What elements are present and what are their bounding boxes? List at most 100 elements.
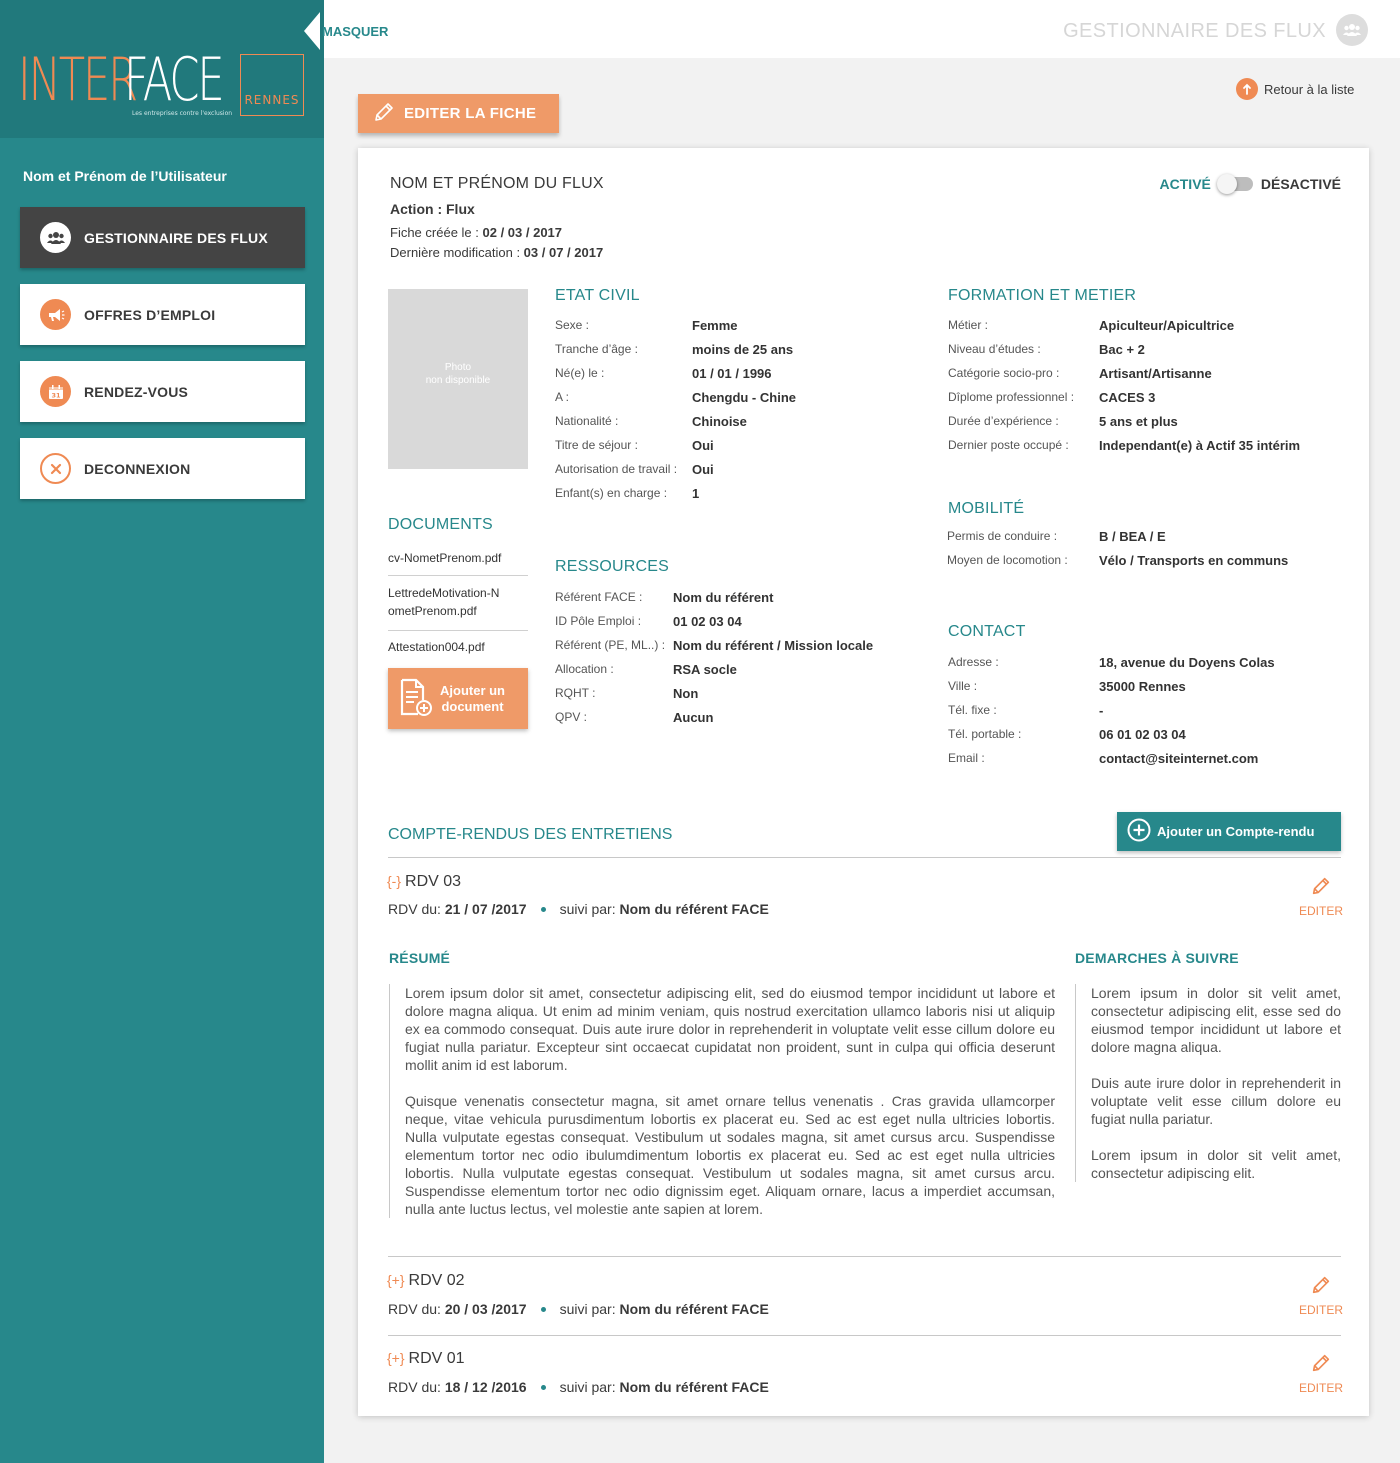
users-icon bbox=[1336, 14, 1368, 46]
modified-value: 03 / 07 / 2017 bbox=[523, 245, 604, 260]
field-label: Moyen de locomotion : bbox=[947, 553, 1068, 567]
field-label: Autorisation de travail : bbox=[555, 462, 678, 476]
field-value: 01 / 01 / 1996 bbox=[692, 366, 772, 381]
created-label: Fiche créée le : bbox=[390, 225, 483, 240]
rdv-date: 20 / 03 /2017 bbox=[444, 1301, 527, 1317]
add-document-line: Ajouter un bbox=[440, 682, 505, 698]
logo: INTER FACE RENNES Les entreprises contre… bbox=[0, 0, 324, 138]
rdv-title[interactable]: {-} RDV 03 bbox=[387, 873, 461, 891]
divider bbox=[388, 630, 528, 631]
action-label: Action : bbox=[390, 201, 446, 217]
field-label: Titre de séjour : bbox=[555, 438, 638, 452]
field-row: Métier : Apiculteur/Apicultrice bbox=[948, 318, 1234, 333]
edit-fiche-label: EDITER LA FICHE bbox=[404, 105, 537, 122]
rdv-edit-label: EDITER bbox=[1298, 904, 1343, 918]
rdv-edit-button[interactable]: EDITER bbox=[1296, 1352, 1346, 1395]
modified-label: Dernière modification : bbox=[390, 245, 524, 260]
field-row: Niveau d’études : Bac + 2 bbox=[948, 342, 1145, 357]
field-row: Enfant(s) en charge : 1 bbox=[555, 486, 699, 501]
field-label: Métier : bbox=[948, 318, 989, 332]
field-label: Sexe : bbox=[555, 318, 590, 332]
sidebar-item-gestionnaire-flux[interactable]: GESTIONNAIRE DES FLUX bbox=[20, 207, 305, 268]
created-date: Fiche créée le : 02 / 03 / 2017 bbox=[390, 225, 562, 240]
field-row: Durée d’expérience : 5 ans et plus bbox=[948, 414, 1178, 429]
rdv-edit-label: EDITER bbox=[1298, 1381, 1343, 1395]
field-row: Allocation : RSA socle bbox=[555, 662, 737, 677]
field-row: QPV : Aucun bbox=[555, 710, 713, 725]
add-document-line: document bbox=[441, 698, 504, 714]
rdv-by-label: suivi par: bbox=[559, 1301, 620, 1317]
arrow-left-icon bbox=[304, 12, 320, 50]
document-link[interactable]: Attestation004.pdf bbox=[388, 638, 528, 656]
rdv-edit-label: EDITER bbox=[1298, 1303, 1343, 1317]
status-active-label: ACTIVÉ bbox=[1159, 176, 1211, 192]
field-label: Niveau d’études : bbox=[948, 342, 1041, 356]
field-label: Dernier poste occupé : bbox=[948, 438, 1069, 452]
documents-title: DOCUMENTS bbox=[388, 516, 493, 533]
field-label: Tranche d’âge : bbox=[555, 342, 638, 356]
field-row: Sexe : Femme bbox=[555, 318, 738, 333]
field-value: Bac + 2 bbox=[1099, 342, 1145, 357]
sidebar-item-rendez-vous[interactable]: 31 RENDEZ-VOUS bbox=[20, 361, 305, 422]
field-label: Adresse : bbox=[948, 655, 999, 669]
close-icon bbox=[40, 453, 71, 484]
svg-text:31: 31 bbox=[51, 391, 61, 399]
field-value: CACES 3 bbox=[1099, 390, 1156, 405]
sidebar-item-label: OFFRES D’EMPLOI bbox=[84, 306, 216, 323]
field-label: Durée d’expérience : bbox=[948, 414, 1059, 428]
rdv-meta: RDV du: 21 / 07 /2017 suivi par: Nom du r… bbox=[388, 901, 769, 917]
document-link[interactable]: cv-NometPrenom.pdf bbox=[388, 549, 528, 567]
add-compte-rendu-button[interactable]: Ajouter un Compte-rendu bbox=[1117, 812, 1341, 851]
field-label: QPV : bbox=[555, 710, 588, 724]
compte-rendus-title: COMPTE-RENDUS DES ENTRETIENS bbox=[388, 826, 673, 843]
sidebar-item-offres-emploi[interactable]: OFFRES D’EMPLOI bbox=[20, 284, 305, 345]
divider bbox=[388, 1335, 1341, 1336]
rdv-date-label: RDV du: bbox=[388, 1301, 445, 1317]
field-label: Tél. fixe : bbox=[948, 703, 997, 717]
rdv-edit-button[interactable]: EDITER bbox=[1296, 1274, 1346, 1317]
fiche-card: NOM ET PRÉNOM DU FLUX Action : Flux Fich… bbox=[358, 148, 1369, 1416]
sidebar-item-deconnexion[interactable]: DECONNEXION bbox=[20, 438, 305, 499]
rdv-edit-button[interactable]: EDITER bbox=[1296, 875, 1346, 918]
resume-paragraph: Quisque venenatis consectetur magna, sit… bbox=[405, 1093, 1055, 1217]
plus-circle-icon bbox=[1127, 818, 1151, 846]
megaphone-icon bbox=[40, 299, 71, 330]
action-value: Flux bbox=[446, 201, 475, 217]
field-row: Référent (PE, ML..) : Nom du référent / M… bbox=[555, 638, 873, 653]
field-label: RQHT : bbox=[555, 686, 596, 700]
add-compte-rendu-label: Ajouter un Compte-rendu bbox=[1157, 824, 1315, 839]
field-value: Non bbox=[673, 686, 699, 701]
sidebar-item-label: GESTIONNAIRE DES FLUX bbox=[84, 229, 268, 246]
field-row: Permis de conduire : B / BEA / E bbox=[947, 529, 1166, 544]
field-row: Titre de séjour : Oui bbox=[555, 438, 714, 453]
top-bar: GESTIONNAIRE DES FLUX bbox=[324, 0, 1400, 58]
rdv-referent: Nom du référent FACE bbox=[619, 901, 769, 917]
field-label: Nationalité : bbox=[555, 414, 619, 428]
field-row: A : Chengdu - Chine bbox=[555, 390, 796, 405]
rdv-title[interactable]: {+} RDV 02 bbox=[387, 1272, 465, 1290]
rdv-by-label: suivi par: bbox=[559, 901, 620, 917]
field-value: Artisant/Artisanne bbox=[1099, 366, 1212, 381]
contact-title: CONTACT bbox=[948, 623, 1026, 640]
rdv-meta: RDV du: 20 / 03 /2017 suivi par: Nom du r… bbox=[388, 1301, 769, 1317]
field-label: Enfant(s) en charge : bbox=[555, 486, 668, 500]
mobilite-title: MOBILITÉ bbox=[948, 500, 1025, 517]
field-row: Adresse : 18, avenue du Doyens Colas bbox=[948, 655, 1275, 670]
rdv-title[interactable]: {+} RDV 01 bbox=[387, 1350, 465, 1368]
document-link[interactable]: LettredeMotivation-N ometPrenom.pdf bbox=[388, 584, 528, 620]
edit-fiche-button[interactable]: EDITER LA FICHE bbox=[358, 94, 559, 133]
add-document-button[interactable]: Ajouter un document bbox=[388, 668, 528, 729]
field-row: Dernier poste occupé : Independant(e) à A… bbox=[948, 438, 1300, 453]
field-label: Référent (PE, ML..) : bbox=[555, 638, 666, 652]
collapse-sidebar-button[interactable]: MASQUER bbox=[304, 12, 404, 50]
status-switch[interactable] bbox=[1216, 174, 1253, 194]
field-label: Email : bbox=[948, 751, 985, 765]
demarches-paragraph: Lorem ipsum in dolor sit velit amet, con… bbox=[1091, 985, 1341, 1055]
back-to-list-link[interactable]: Retour à la liste bbox=[1236, 78, 1354, 100]
field-row: Email : contact@siteinternet.com bbox=[948, 751, 1258, 766]
field-row: Ville : 35000 Rennes bbox=[948, 679, 1186, 694]
demarches-text: Lorem ipsum in dolor sit velit amet, con… bbox=[1075, 984, 1341, 1182]
page-title: GESTIONNAIRE DES FLUX bbox=[1063, 20, 1326, 42]
photo-text-2: non disponible bbox=[425, 375, 491, 386]
field-value: - bbox=[1099, 703, 1104, 718]
